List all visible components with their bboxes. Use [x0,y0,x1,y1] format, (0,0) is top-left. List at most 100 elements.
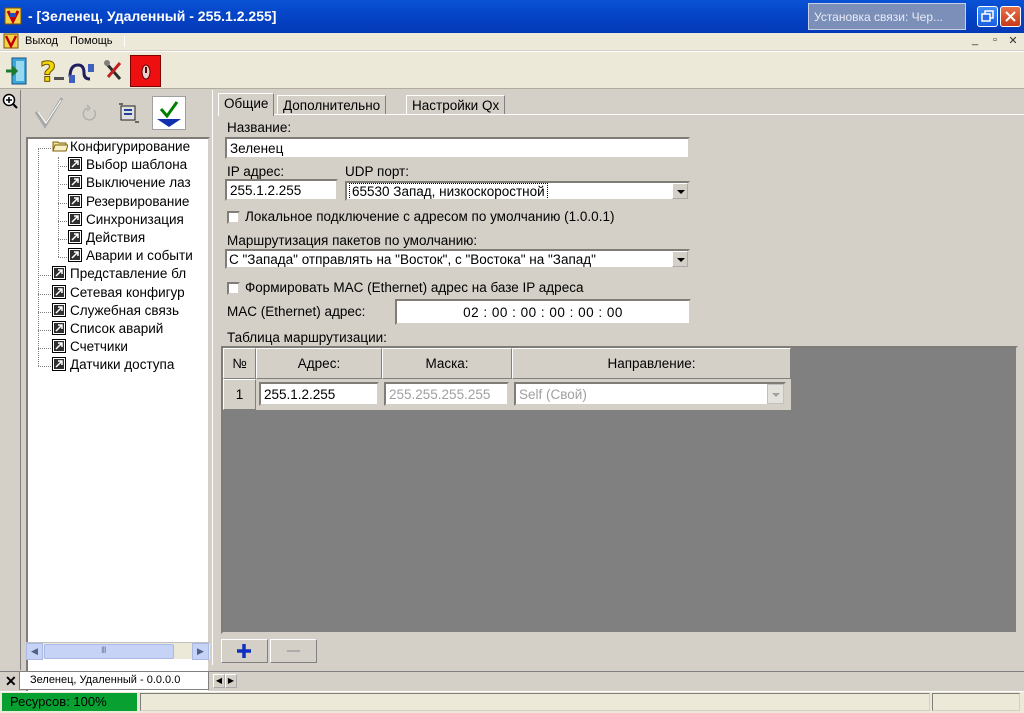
shortcut-icon [52,302,66,317]
mdi-restore-button[interactable]: ▫ [988,34,1002,46]
svg-text:?: ? [40,55,56,87]
tree-connector [58,157,59,258]
tree-horizontal-scrollbar[interactable]: ◀ III ▶ [26,642,210,660]
chevron-down-icon[interactable] [672,251,688,267]
shortcut-icon [52,266,66,281]
left-rail [0,90,21,670]
title-bar: - [Зеленец, Удаленный - 255.1.2.255] Уст… [0,0,1024,33]
tree-connector [58,166,67,168]
name-field[interactable]: Зеленец [225,137,690,159]
ip-label: IP адрес: [227,164,285,179]
tab-additional[interactable]: Дополнительно [277,95,387,115]
mdi-minimize-button[interactable]: _ [968,34,982,46]
tree-item[interactable]: Представление бл [52,266,186,284]
mdi-close-button[interactable]: ✕ [1006,34,1020,47]
tree-item[interactable]: Резервирование [68,193,189,212]
tree-connector [38,311,51,313]
route-direction-value: Self (Свой) [519,387,587,402]
confirm-download-button[interactable] [152,96,186,130]
resources-indicator: Ресурсов: 100% [2,693,137,711]
shortcut-icon [52,339,66,354]
shortcut-icon [68,248,82,263]
ip-address-field[interactable]: 255.1.2.255 [225,179,338,201]
tree-item[interactable]: Аварии и событи [68,248,193,266]
tree-item[interactable]: Датчики доступа [52,357,174,375]
tree-item[interactable]: Выключение лаз [68,175,191,193]
tree-item-label: Выключение лаз [86,175,191,191]
tree-item[interactable]: Действия [68,230,145,248]
tree-connector [58,184,67,186]
help-button[interactable]: ? [35,55,66,87]
routing-default-label: Маршрутизация пакетов по умолчанию: [227,233,478,248]
tree-item[interactable]: Конфигурирование [52,139,190,157]
route-address-input[interactable]: 255.1.2.255 [259,382,379,406]
tab-page-general: Название: Зеленец IP адрес: 255.1.2.255 … [218,114,1024,665]
scroll-left-button[interactable]: ◀ [26,643,43,660]
table-row[interactable]: 1 255.1.2.255 255.255.255.255 Self (Свой… [223,379,791,410]
restore-button[interactable] [977,6,998,27]
connection-window-title[interactable]: Установка связи: Чер... [808,3,966,30]
tree-item[interactable]: Сетевая конфигур [52,284,185,303]
routing-table-buttons [221,636,1018,663]
stop-button[interactable] [130,55,161,87]
close-button[interactable] [1000,6,1021,27]
shortcut-icon [68,211,82,226]
tree-item-label: Служебная связь [70,302,179,318]
tree-connector [38,366,51,368]
column-header-direction[interactable]: Направление: [512,348,791,379]
tab-general[interactable]: Общие [218,93,275,116]
scroll-right-button[interactable]: ▶ [192,643,209,660]
close-icon [1005,11,1016,22]
tab-scroll-right-icon[interactable]: ▶ [225,674,237,688]
navigation-toolbar [30,96,206,136]
mac-form-checkbox[interactable] [227,282,240,295]
tab-scroll-left-icon[interactable]: ◀ [213,674,225,688]
settings-tools-button[interactable] [98,55,129,87]
menu-help[interactable]: Помощь [70,35,113,47]
config-tree[interactable]: Конфигурирование Выбор шаблона Выключение … [26,137,210,713]
zoom-in-icon[interactable] [2,93,18,109]
tree-item[interactable]: Счетчики [52,339,128,357]
tree-item-label: Датчики доступа [70,357,175,373]
tree-item-label: Счетчики [70,339,128,355]
column-header-number[interactable]: № [223,348,256,379]
shortcut-icon [68,230,82,244]
tree-item[interactable]: Синхронизация [68,211,184,230]
tree-item-label: Список аварий [70,321,164,336]
exit-button[interactable] [3,55,34,87]
tree-connector [58,239,67,240]
column-header-address[interactable]: Адрес: [256,348,382,379]
menu-exit[interactable]: Выход [25,35,58,47]
connect-button[interactable] [66,55,97,87]
mac-address-field[interactable]: 02 : 00 : 00 : 00 : 00 : 00 [395,299,691,325]
settings-tabs: Общие Дополнительно Настройки Qx [216,93,1024,116]
chevron-down-icon[interactable] [672,183,688,199]
apply-check-icon[interactable] [32,96,66,130]
scroll-thumb[interactable]: III [44,644,174,659]
close-document-icon[interactable]: ✕ [5,673,17,690]
tree-connector [38,148,51,149]
copy-config-icon[interactable] [118,102,140,124]
document-tab-strip: ✕ Зеленец, Удаленный - 0.0.0.0 ◀ ▶ [0,671,1024,690]
refresh-icon[interactable] [80,104,100,124]
plus-icon [237,644,251,658]
window-title: - [Зеленец, Удаленный - 255.1.2.255] [28,8,277,24]
routing-default-select[interactable]: С "Запада" отправлять на "Восток", с "Во… [225,249,690,269]
document-app-icon[interactable] [3,33,19,49]
navigation-pane: Конфигурирование Выбор шаблона Выключение … [22,90,212,713]
local-connection-label: Локальное подключение с адресом по умолч… [245,209,615,224]
name-label: Название: [227,120,292,135]
document-tab[interactable]: Зеленец, Удаленный - 0.0.0.0 [19,672,209,690]
mac-label: MAC (Ethernet) адрес: [227,304,366,319]
local-connection-checkbox[interactable] [227,211,240,224]
menu-separator [124,36,125,47]
tree-item-label: Конфигурирование [70,139,191,154]
tree-item[interactable]: Служебная связь [52,302,179,321]
column-header-mask[interactable]: Маска: [382,348,512,379]
tab-qx-settings[interactable]: Настройки Qx [406,95,506,115]
udp-port-select[interactable]: 65530 Запад, низкоскоростной [345,181,690,201]
tree-item[interactable]: Список аварий [52,321,163,339]
tree-item[interactable]: Выбор шаблона [68,157,187,175]
add-route-button[interactable] [221,639,268,663]
tree-connector [38,275,51,277]
